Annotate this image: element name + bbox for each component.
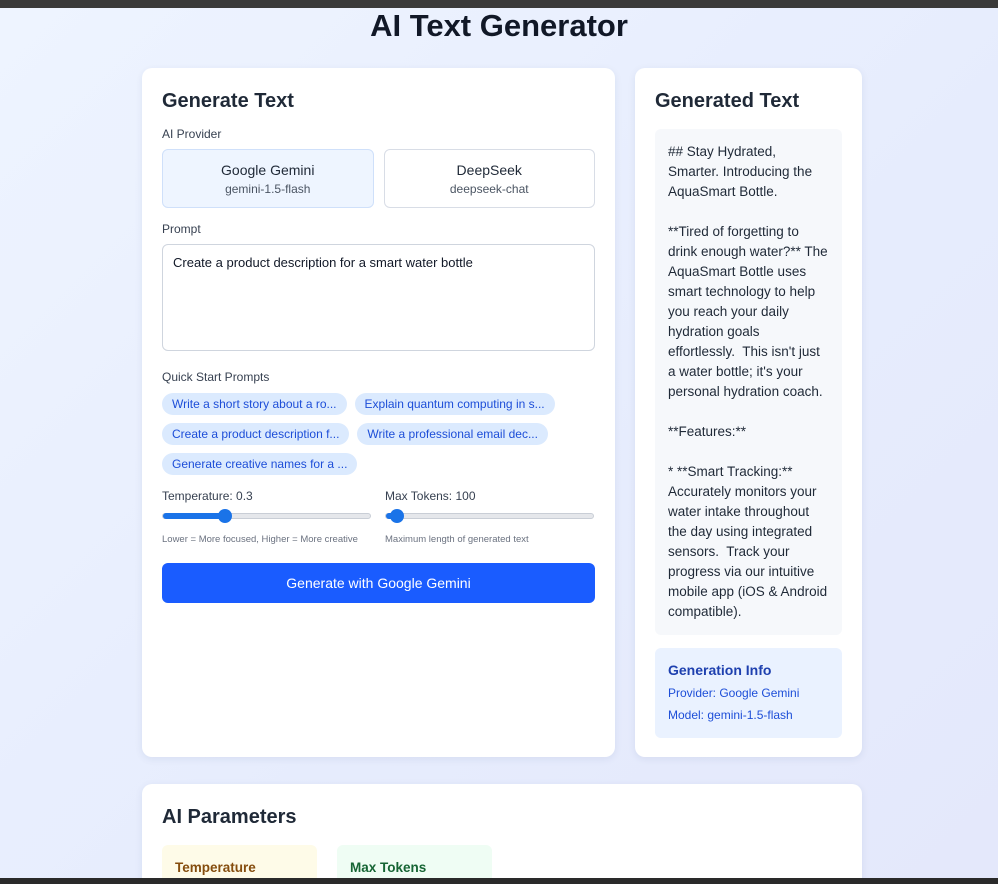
provider-option-deepseek[interactable]: DeepSeek deepseek-chat bbox=[383, 149, 595, 208]
page-title: AI Text Generator bbox=[370, 8, 628, 43]
window-top-bar bbox=[0, 0, 998, 8]
temperature-slider-thumb[interactable] bbox=[218, 509, 233, 523]
provider-label: AI Provider bbox=[162, 127, 222, 141]
quick-prompt-chip[interactable]: Explain quantum computing in s... bbox=[354, 393, 555, 415]
provider-model: gemini-1.5-flash bbox=[225, 181, 311, 196]
generation-info-provider: Provider: Google Gemini bbox=[668, 686, 800, 700]
prompt-label: Prompt bbox=[162, 222, 201, 236]
prompt-textarea[interactable]: Create a product description for a smart… bbox=[162, 244, 595, 351]
generated-text: ## Stay Hydrated, Smarter. Introducing t… bbox=[655, 129, 842, 635]
generate-panel-title: Generate Text bbox=[162, 90, 294, 112]
max-tokens-slider-thumb[interactable] bbox=[389, 509, 404, 523]
output-panel-title: Generated Text bbox=[655, 90, 800, 112]
provider-model: deepseek-chat bbox=[449, 181, 529, 196]
quick-prompt-chip[interactable]: Generate creative names for a ... bbox=[162, 453, 358, 475]
temperature-slider-fill bbox=[163, 513, 226, 519]
provider-selector: Google Gemini gemini-1.5-flash DeepSeek … bbox=[162, 149, 595, 208]
temperature-label: Temperature: 0.3 bbox=[162, 489, 253, 503]
max-tokens-control: Max Tokens: 100 Maximum length of genera… bbox=[385, 489, 594, 545]
provider-name: DeepSeek bbox=[456, 161, 522, 178]
max-tokens-hint: Maximum length of generated text bbox=[385, 534, 529, 545]
slider-group: Temperature: 0.3 Lower = More focused, H… bbox=[162, 489, 595, 545]
parameters-panel: AI Parameters Temperature Max Tokens bbox=[142, 784, 862, 884]
quick-prompt-chip[interactable]: Write a short story about a ro... bbox=[162, 393, 347, 415]
generation-info-model: Model: gemini-1.5-flash bbox=[668, 708, 793, 722]
provider-name: Google Gemini bbox=[221, 161, 315, 178]
quick-prompt-chip[interactable]: Create a product description f... bbox=[162, 423, 350, 445]
max-tokens-slider[interactable] bbox=[385, 509, 594, 523]
window-bottom-bar bbox=[0, 878, 998, 884]
temperature-slider[interactable] bbox=[162, 509, 371, 523]
quick-start-prompts: Write a short story about a ro... Explai… bbox=[162, 393, 595, 475]
generation-info: Generation Info Provider: Google Gemini … bbox=[655, 648, 842, 738]
max-tokens-label: Max Tokens: 100 bbox=[385, 489, 476, 503]
generation-info-title: Generation Info bbox=[668, 662, 772, 678]
temperature-hint: Lower = More focused, Higher = More crea… bbox=[162, 534, 358, 545]
generate-panel: Generate Text AI Provider Google Gemini … bbox=[142, 68, 615, 757]
parameters-panel-title: AI Parameters bbox=[162, 806, 297, 828]
temperature-control: Temperature: 0.3 Lower = More focused, H… bbox=[162, 489, 371, 545]
provider-option-gemini[interactable]: Google Gemini gemini-1.5-flash bbox=[162, 149, 374, 208]
generate-button[interactable]: Generate with Google Gemini bbox=[162, 563, 595, 603]
quick-prompt-chip[interactable]: Write a professional email dec... bbox=[357, 423, 548, 445]
quick-start-label: Quick Start Prompts bbox=[162, 370, 270, 384]
output-panel: Generated Text ## Stay Hydrated, Smarter… bbox=[635, 68, 862, 757]
